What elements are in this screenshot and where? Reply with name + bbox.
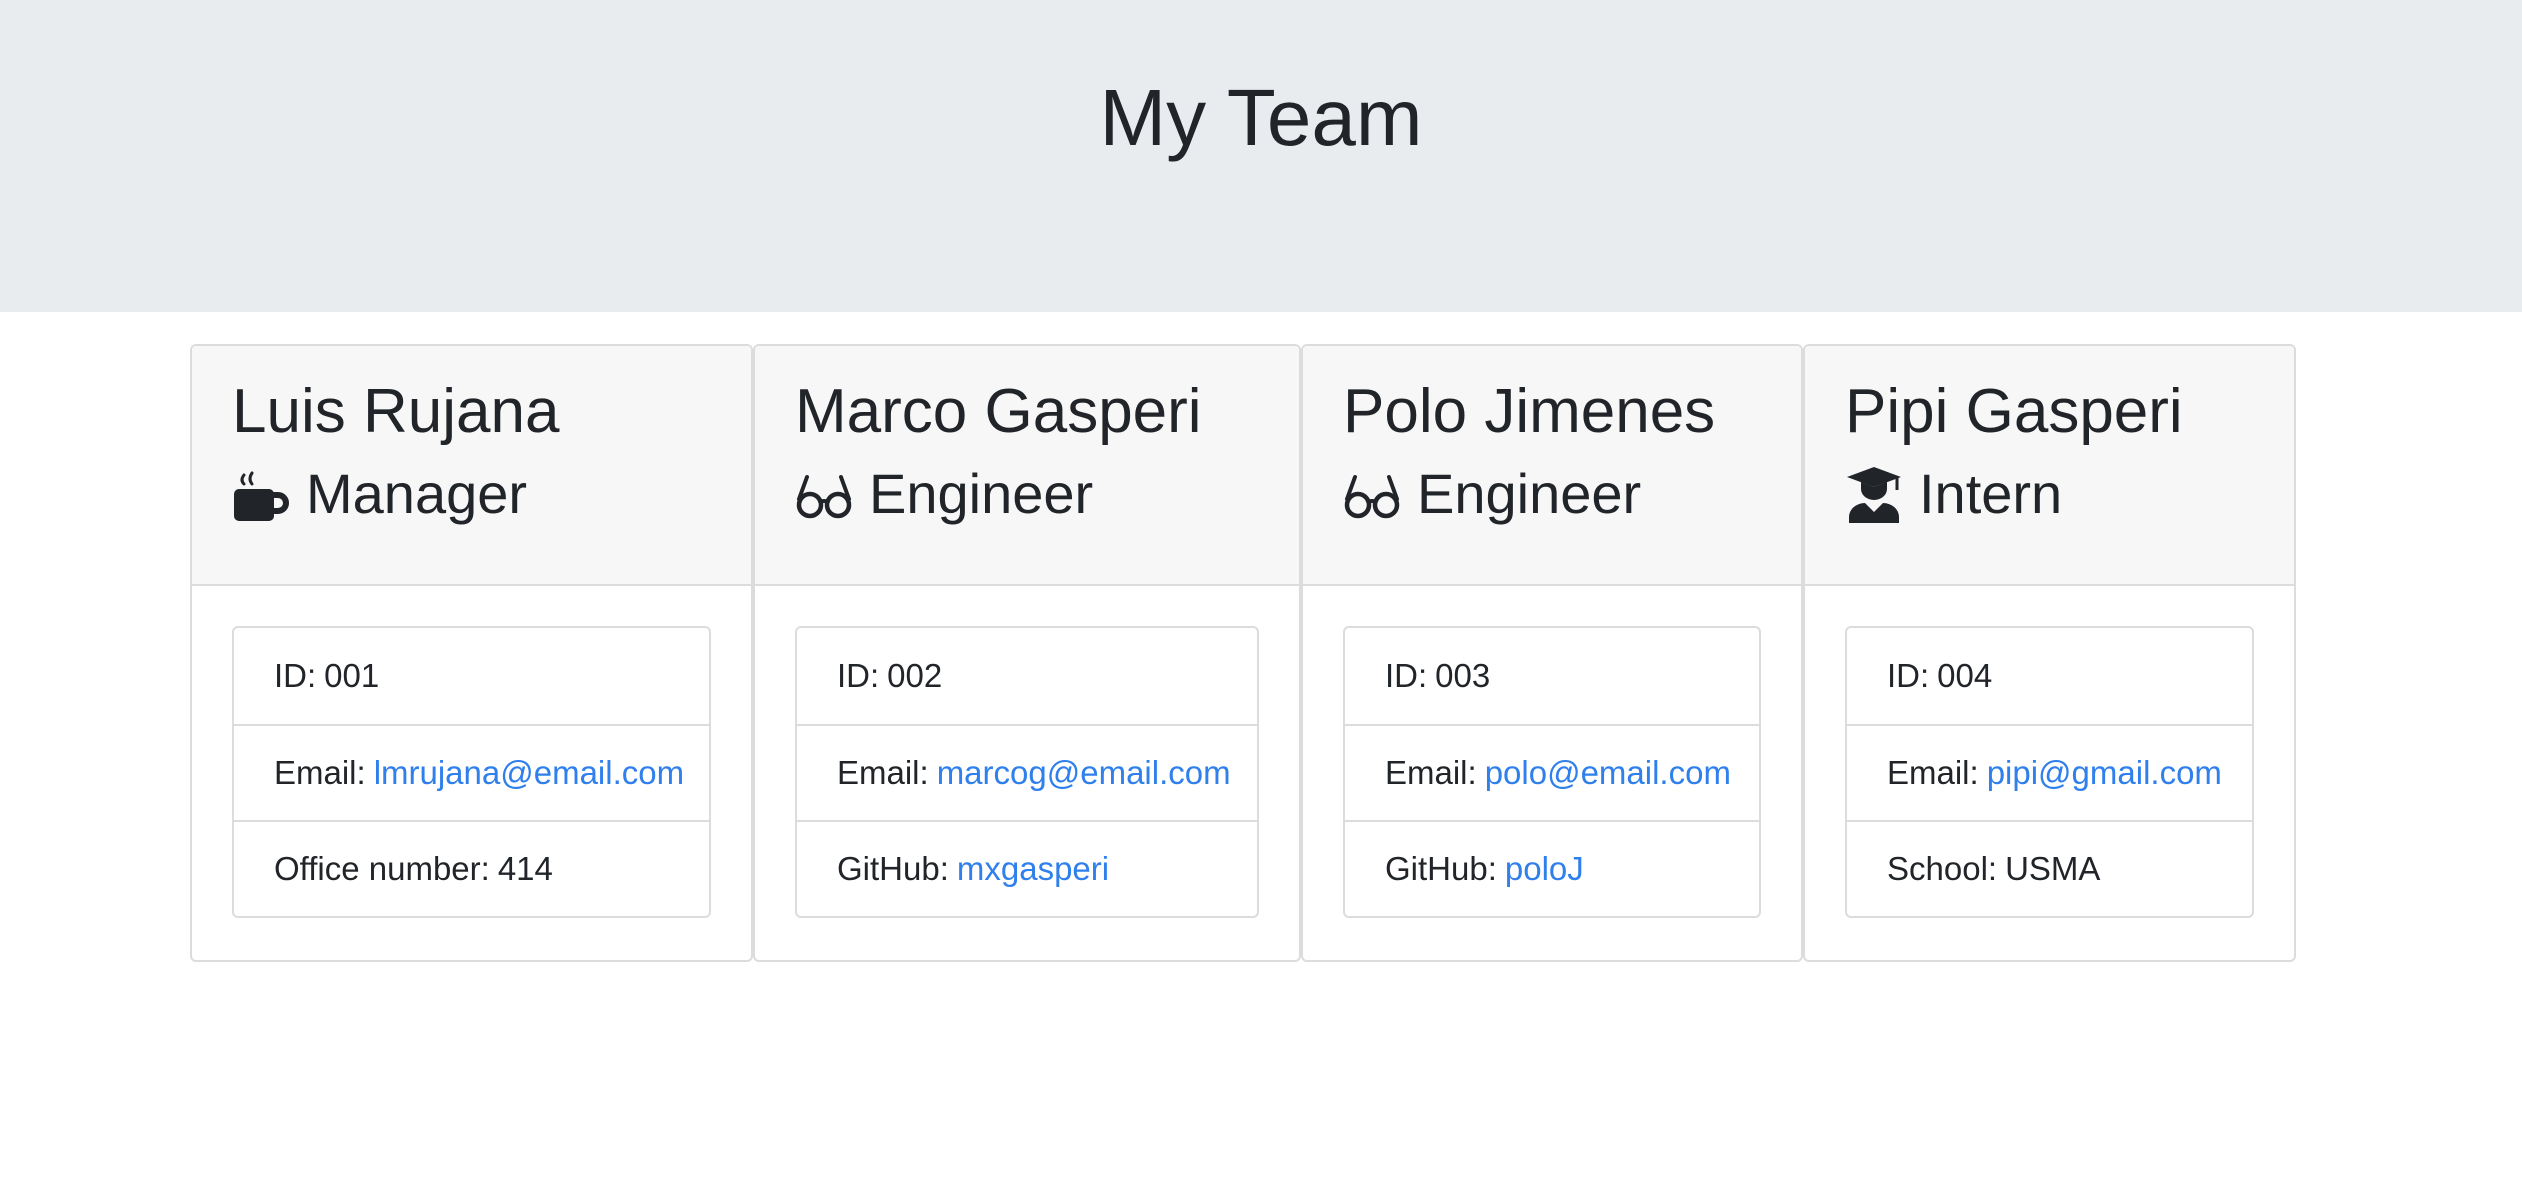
role-label: Engineer: [1417, 462, 1642, 526]
github-row: GitHub: poloJ: [1345, 820, 1759, 916]
role-label: Intern: [1919, 462, 2063, 526]
card-body: ID: 004 Email: pipi@gmail.com School: US…: [1805, 586, 2294, 918]
employee-details-list: ID: 001 Email: lmrujana@email.com Office…: [232, 626, 711, 918]
office-number-label: Office number:: [274, 850, 490, 887]
id-row: ID: 003: [1345, 628, 1759, 724]
github-link[interactable]: poloJ: [1505, 850, 1584, 888]
employee-name: Marco Gasperi: [795, 377, 1202, 446]
employee-details-list: ID: 002 Email: marcog@email.com GitHub: …: [795, 626, 1259, 918]
employee-role: Intern: [1845, 463, 2254, 525]
card-body: ID: 002 Email: marcog@email.com GitHub: …: [755, 586, 1299, 918]
page-title: My Team: [1099, 73, 1423, 162]
office-number-value: 414: [497, 850, 553, 887]
employee-role: Manager: [232, 463, 711, 525]
employee-details-list: ID: 003 Email: polo@email.com GitHub: po…: [1343, 626, 1761, 918]
id-label: ID:: [1385, 657, 1428, 694]
school-label: School:: [1887, 850, 1998, 887]
email-link[interactable]: polo@email.com: [1485, 754, 1731, 792]
email-row: Email: marcog@email.com: [797, 724, 1257, 820]
id-value: 002: [887, 657, 943, 694]
glasses-icon: [1343, 465, 1401, 523]
card-body: ID: 001 Email: lmrujana@email.com Office…: [192, 586, 751, 918]
graduate-icon: [1845, 465, 1903, 524]
role-label: Manager: [306, 462, 528, 526]
employee-name: Polo Jimenes: [1343, 377, 1716, 446]
id-row: ID: 001: [234, 628, 709, 724]
id-row: ID: 004: [1847, 628, 2252, 724]
card-body: ID: 003 Email: polo@email.com GitHub: po…: [1303, 586, 1801, 918]
github-label: GitHub:: [837, 850, 949, 887]
card-header: Polo Jimenes Engineer: [1303, 346, 1801, 586]
glasses-icon: [795, 465, 853, 523]
employee-name: Pipi Gasperi: [1845, 377, 2183, 446]
card-header: Pipi Gasperi Intern: [1805, 346, 2294, 586]
employee-card-luis-rujana: Luis Rujana Manager ID: 001 Email: lmruj…: [190, 344, 753, 962]
coffee-mug-icon: [232, 465, 290, 523]
id-label: ID:: [837, 657, 880, 694]
email-link[interactable]: marcog@email.com: [937, 754, 1231, 792]
email-link[interactable]: lmrujana@email.com: [374, 754, 684, 792]
id-value: 003: [1435, 657, 1491, 694]
office-number-row: Office number: 414: [234, 820, 709, 916]
id-value: 004: [1937, 657, 1993, 694]
id-label: ID:: [1887, 657, 1930, 694]
email-row: Email: pipi@gmail.com: [1847, 724, 2252, 820]
email-row: Email: polo@email.com: [1345, 724, 1759, 820]
employee-card-pipi-gasperi: Pipi Gasperi Intern ID: 004 Email: pipi@…: [1803, 344, 2296, 962]
employee-card-marco-gasperi: Marco Gasperi Engineer ID: 002 Email: ma…: [753, 344, 1301, 962]
id-label: ID:: [274, 657, 317, 694]
team-cards: Luis Rujana Manager ID: 001 Email: lmruj…: [0, 312, 2522, 1012]
jumbotron-header: My Team: [0, 0, 2522, 312]
email-label: Email:: [1887, 754, 1979, 791]
employee-role: Engineer: [1343, 463, 1761, 525]
github-link[interactable]: mxgasperi: [957, 850, 1109, 888]
email-label: Email:: [837, 754, 929, 791]
role-label: Engineer: [869, 462, 1094, 526]
school-row: School: USMA: [1847, 820, 2252, 916]
employee-role: Engineer: [795, 463, 1259, 525]
card-header: Marco Gasperi Engineer: [755, 346, 1299, 586]
id-row: ID: 002: [797, 628, 1257, 724]
github-label: GitHub:: [1385, 850, 1497, 887]
email-row: Email: lmrujana@email.com: [234, 724, 709, 820]
email-label: Email:: [1385, 754, 1477, 791]
email-label: Email:: [274, 754, 366, 791]
card-header: Luis Rujana Manager: [192, 346, 751, 586]
employee-card-polo-jimenes: Polo Jimenes Engineer ID: 003 Email: pol…: [1301, 344, 1803, 962]
email-link[interactable]: pipi@gmail.com: [1987, 754, 2222, 792]
github-row: GitHub: mxgasperi: [797, 820, 1257, 916]
employee-name: Luis Rujana: [232, 377, 560, 446]
employee-details-list: ID: 004 Email: pipi@gmail.com School: US…: [1845, 626, 2254, 918]
id-value: 001: [324, 657, 380, 694]
school-value: USMA: [2005, 850, 2101, 887]
